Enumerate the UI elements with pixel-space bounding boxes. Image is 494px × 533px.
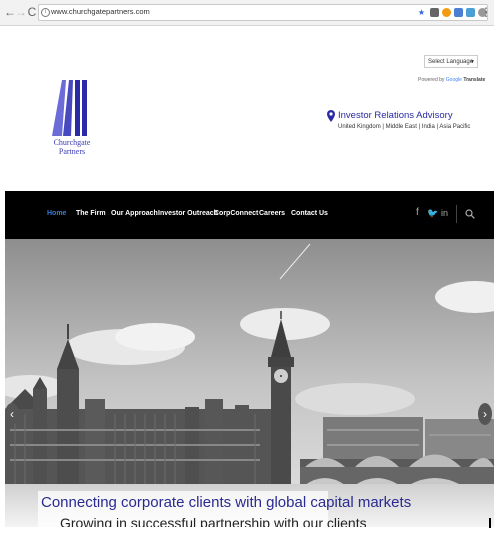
powered-by-google: Powered by Google Translate <box>418 77 485 83</box>
powered-by-text: Powered by <box>418 77 445 83</box>
slider-next-button[interactable]: › <box>478 403 492 425</box>
address-bar[interactable]: i www.churchgatepartners.com ★ <box>38 4 488 21</box>
browser-toolbar: ← → C i www.churchgatepartners.com ★ ⋮ <box>0 0 494 26</box>
info-icon[interactable]: i <box>41 8 50 17</box>
bookmark-star-icon[interactable]: ★ <box>417 8 426 17</box>
nav-the-firm[interactable]: The Firm <box>76 210 106 217</box>
hero-image <box>5 239 494 527</box>
translate-link[interactable]: Translate <box>463 77 485 83</box>
logo-line1: Churchgate <box>53 138 91 147</box>
nav-our-approach[interactable]: Our Approach <box>111 210 158 217</box>
menu-icon[interactable]: ⋮ <box>479 5 493 19</box>
advisory-regions: United Kingdom | Middle East | India | A… <box>338 124 471 130</box>
site-header: Select Language ▼ Powered by Google Tran… <box>5 26 494 191</box>
extension-blue-icon[interactable] <box>454 8 463 17</box>
logo[interactable]: Churchgate Partners <box>50 78 94 168</box>
nav-investor-outreach[interactable]: Investor Outreach <box>158 210 218 217</box>
linkedin-icon[interactable]: in <box>441 208 448 218</box>
advisory-title: Investor Relations Advisory <box>338 110 453 121</box>
search-icon[interactable] <box>465 209 475 219</box>
extension-lightblue-icon[interactable] <box>466 8 475 17</box>
twitter-icon[interactable]: 🐦 <box>427 208 438 219</box>
facebook-icon[interactable]: f <box>416 207 419 218</box>
page-edge-marker <box>489 518 491 528</box>
logo-line2: Partners <box>58 147 86 156</box>
nav-careers[interactable]: Careers <box>259 210 285 217</box>
url-text: www.churchgatepartners.com <box>51 7 150 16</box>
nav-corpconnect[interactable]: CorpConnect <box>214 210 258 217</box>
extension-orange-icon[interactable] <box>442 8 451 17</box>
location-pin-icon <box>327 110 335 122</box>
google-text: Google <box>445 77 462 83</box>
hero-slider: ‹ › Connecting corporate clients with gl… <box>5 239 494 527</box>
nav-divider <box>456 205 457 223</box>
reload-button[interactable]: C <box>25 5 39 19</box>
language-select[interactable]: Select Language ▼ <box>424 55 478 68</box>
chevron-down-icon: ▼ <box>470 59 475 65</box>
main-nav: Home The Firm Our Approach Investor Outr… <box>5 191 494 239</box>
nav-home[interactable]: Home <box>47 210 66 217</box>
language-select-label: Select Language <box>428 59 474 65</box>
logo-text: Churchgate Partners <box>50 138 94 156</box>
extension-icon[interactable] <box>430 8 439 17</box>
hero-caption-line2: Growing in successful partnership with o… <box>60 515 367 527</box>
slider-prev-button[interactable]: ‹ <box>5 403 19 425</box>
hero-caption: Connecting corporate clients with global… <box>38 491 411 527</box>
nav-contact-us[interactable]: Contact Us <box>291 210 328 217</box>
hero-caption-line1: Connecting corporate clients with global… <box>41 494 412 511</box>
logo-mark-icon <box>52 80 87 136</box>
